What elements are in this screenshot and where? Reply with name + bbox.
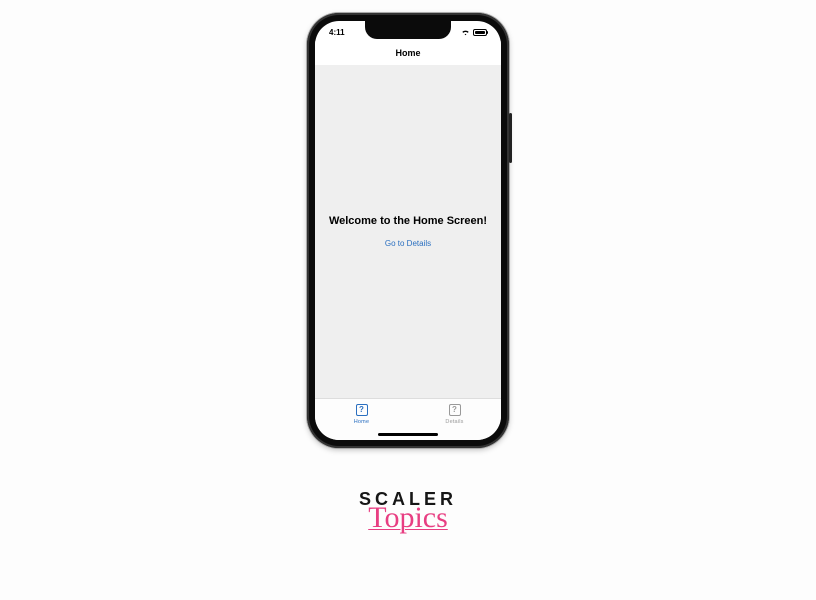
tab-details[interactable]: ? Details (408, 403, 501, 425)
nav-header: Home (315, 41, 501, 65)
page-title: Home (395, 48, 420, 58)
status-time: 4:11 (329, 26, 345, 37)
notch (365, 21, 451, 39)
welcome-text: Welcome to the Home Screen! (329, 215, 487, 227)
details-tab-icon: ? (448, 403, 462, 417)
battery-icon (473, 29, 487, 36)
phone-side-button (509, 113, 512, 163)
tab-details-label: Details (445, 419, 463, 425)
question-box-icon: ? (449, 404, 461, 416)
phone-screen: 4:11 Home Welcome to the Home Screen! Go… (315, 21, 501, 440)
home-indicator (378, 433, 438, 436)
go-to-details-link[interactable]: Go to Details (385, 239, 431, 248)
wifi-icon (461, 29, 470, 36)
branding-logo: SCALER Topics (359, 490, 457, 531)
home-tab-icon: ? (355, 403, 369, 417)
phone-frame: 4:11 Home Welcome to the Home Screen! Go… (307, 13, 509, 448)
question-box-icon: ? (356, 404, 368, 416)
branding-sub: Topics (359, 504, 457, 531)
content-area: Welcome to the Home Screen! Go to Detail… (315, 65, 501, 398)
status-right (461, 27, 487, 36)
tab-home[interactable]: ? Home (315, 403, 408, 425)
tab-home-label: Home (354, 419, 369, 425)
